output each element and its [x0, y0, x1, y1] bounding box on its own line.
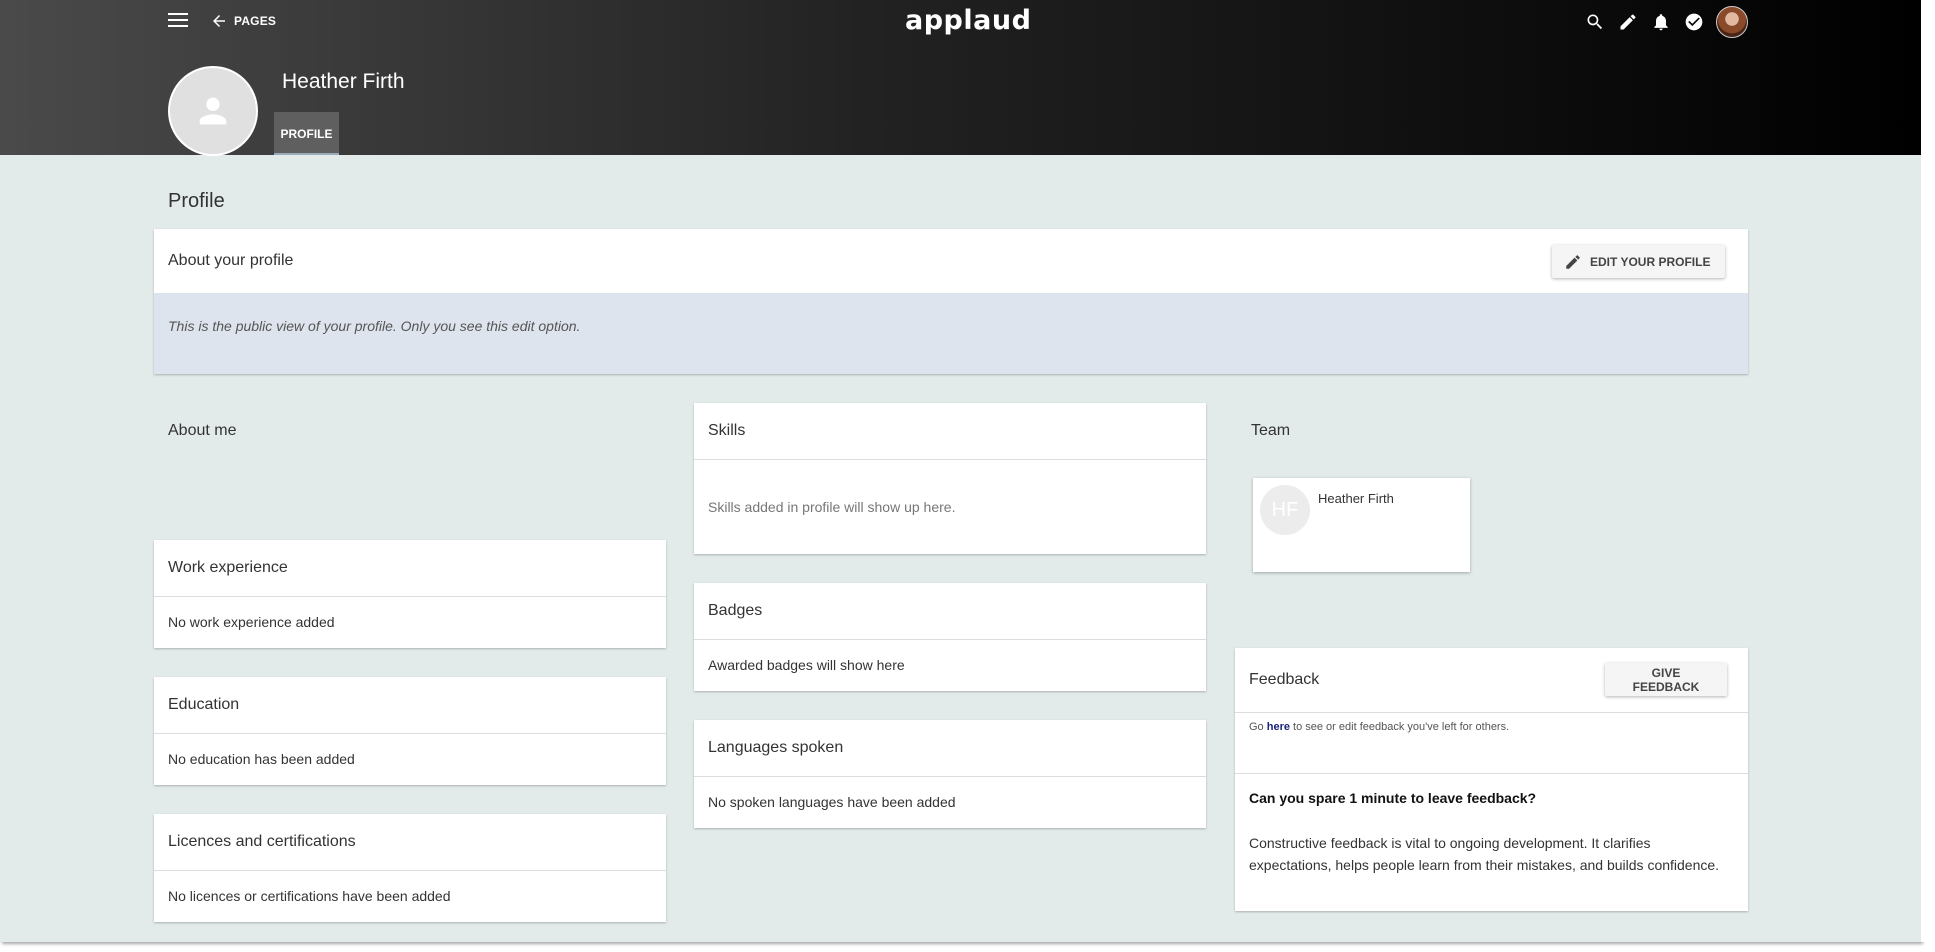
skills-title: Skills [694, 403, 1206, 460]
education-title: Education [154, 677, 666, 734]
education-empty: No education has been added [168, 751, 355, 767]
person-icon [199, 97, 227, 125]
about-profile-info: This is the public view of your profile.… [154, 293, 1748, 374]
profile-avatar [168, 66, 258, 156]
work-experience-card: Work experience No work experience added [154, 540, 666, 648]
arrow-left-icon [213, 15, 225, 27]
feedback-question: Can you spare 1 minute to leave feedback… [1249, 790, 1537, 806]
about-profile-title: About your profile [168, 252, 294, 269]
feedback-link-prefix: Go [1249, 721, 1267, 733]
badges-title: Badges [694, 583, 1206, 640]
feedback-description: Constructive feedback is vital to ongoin… [1249, 835, 1720, 873]
about-profile-card: About your profile This is the public vi… [154, 229, 1748, 374]
education-card: Education No education has been added [154, 677, 666, 785]
languages-title: Languages spoken [694, 720, 1206, 777]
skills-card: Skills Skills added in profile will show… [694, 403, 1206, 554]
licences-title: Licences and certifications [154, 814, 666, 871]
divider [1235, 773, 1748, 774]
profile-name: Heather Firth [282, 70, 405, 93]
feedback-here-link[interactable]: here [1267, 721, 1290, 733]
search-icon[interactable] [1584, 12, 1605, 33]
feedback-link-text: Go here to see or edit feedback you've l… [1249, 721, 1509, 733]
edit-profile-button[interactable]: EDIT YOUR PROFILE [1552, 245, 1725, 278]
check-circle-icon[interactable] [1683, 12, 1704, 33]
team-member-initials: HF [1260, 485, 1310, 535]
edit-profile-label: EDIT YOUR PROFILE [1590, 254, 1711, 269]
badges-empty: Awarded badges will show here [708, 657, 905, 673]
pencil-icon[interactable] [1617, 12, 1638, 33]
licences-card: Licences and certifications No licences … [154, 814, 666, 922]
bell-icon[interactable] [1650, 12, 1671, 33]
team-member-card[interactable]: HF Heather Firth [1253, 478, 1470, 572]
languages-card: Languages spoken No spoken languages hav… [694, 720, 1206, 828]
profile-header: PAGES applaud Heather Firth PROFILE [0, 0, 1921, 156]
team-member-name: Heather Firth [1318, 491, 1394, 506]
licences-empty: No licences or certifications have been … [168, 888, 451, 904]
give-feedback-button[interactable]: GIVE FEEDBACK [1605, 663, 1727, 696]
back-label: PAGES [234, 14, 277, 28]
scrollbar[interactable] [1921, 0, 1935, 942]
user-avatar[interactable] [1716, 6, 1748, 38]
back-to-pages-button[interactable]: PAGES [210, 11, 276, 31]
feedback-link-suffix: to see or edit feedback you've left for … [1289, 721, 1510, 733]
menu-icon[interactable] [168, 13, 188, 29]
languages-empty: No spoken languages have been added [708, 794, 956, 810]
pencil-icon [1566, 254, 1580, 269]
work-experience-empty: No work experience added [168, 614, 335, 630]
badges-card: Badges Awarded badges will show here [694, 583, 1206, 691]
team-title: Team [1251, 422, 1291, 439]
app-window: PAGES applaud Heather Firth PROFILE Prof… [0, 0, 1921, 942]
skills-empty: Skills added in profile will show up her… [708, 498, 956, 515]
about-me-title: About me [168, 422, 237, 439]
page-title: Profile [168, 190, 225, 212]
applaud-logo[interactable]: applaud [905, 5, 1031, 36]
work-experience-title: Work experience [154, 540, 666, 597]
top-toolbar [1584, 6, 1748, 38]
tab-profile[interactable]: PROFILE [274, 112, 339, 155]
